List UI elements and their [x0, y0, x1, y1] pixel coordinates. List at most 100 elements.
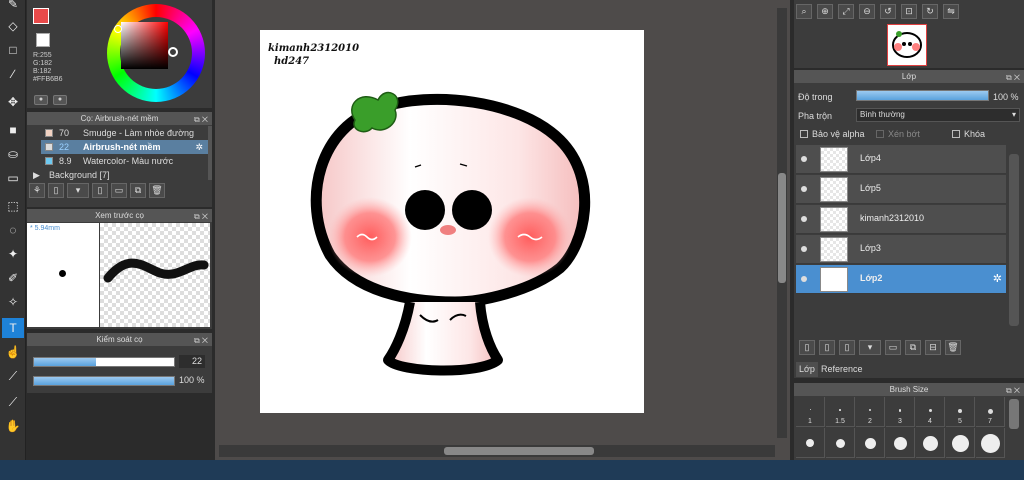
vertical-scroll-thumb[interactable] [778, 173, 786, 283]
text-tool-icon[interactable]: T [2, 318, 24, 338]
brush-size-cell[interactable] [796, 428, 825, 458]
new-layer-icon[interactable]: ▯ [799, 340, 815, 355]
brush-size-cell[interactable]: 3 [886, 397, 915, 427]
gradient-tool-icon[interactable]: ▭ [2, 168, 24, 188]
reset-view-icon[interactable]: ⊡ [901, 4, 917, 19]
panel-window-buttons[interactable]: ⧉ ✕ [194, 113, 208, 126]
move-tool-icon[interactable]: ✥ [2, 92, 24, 112]
layer-row[interactable]: Lớp4 [796, 145, 1006, 174]
brush-size-cell[interactable]: 1 [796, 397, 825, 427]
zoom-out-icon[interactable]: ⊖ [859, 4, 875, 19]
rect-tool-icon[interactable]: □ [2, 40, 24, 60]
canvas-vertical-scrollbar[interactable] [777, 8, 787, 438]
brush-size-cell[interactable] [826, 428, 855, 458]
brush-group[interactable]: ▶ Background [7] [31, 168, 199, 182]
canvas-horizontal-scrollbar[interactable] [219, 445, 775, 457]
panel-window-buttons[interactable]: ⧉ ✕ [194, 210, 208, 223]
select-rect-icon[interactable]: ⬚ [2, 196, 24, 216]
duplicate-icon[interactable]: ⧉ [130, 183, 146, 198]
eyedropper-icon[interactable]: ⟋ [2, 366, 24, 386]
panel-window-buttons[interactable]: ⧉ ✕ [1006, 71, 1020, 84]
eraser-tool-icon[interactable]: ◇ [2, 16, 24, 36]
palette-button[interactable]: ● [53, 95, 67, 105]
lock-checkbox[interactable]: Khóa [952, 129, 985, 139]
flip-icon[interactable]: ⇋ [943, 4, 959, 19]
rotate-right-icon[interactable]: ↻ [922, 4, 938, 19]
new-halftone-layer-icon[interactable]: ▯ [819, 340, 835, 355]
delete-brush-icon[interactable]: 🗑 [149, 183, 165, 198]
layer-list-scrollbar[interactable] [1009, 154, 1019, 326]
protect-alpha-checkbox[interactable]: Bảo vệ alpha [800, 129, 865, 139]
sv-cursor[interactable] [114, 25, 122, 33]
bucket-tool-icon[interactable]: ⛀ [2, 144, 24, 164]
new-brush-icon[interactable]: ▯ [48, 183, 64, 198]
hand-tool-icon[interactable]: ✋ [2, 416, 24, 436]
panel-window-buttons[interactable]: ⧉ ✕ [1006, 384, 1020, 397]
fill-rect-tool-icon[interactable]: ■ [2, 120, 24, 140]
zoom-icon[interactable]: ⌕ [796, 4, 812, 19]
visibility-eye-icon[interactable] [801, 186, 807, 192]
brush-list-scrollbar[interactable] [208, 126, 212, 180]
dropper-tool-icon[interactable]: ⟋ [2, 392, 24, 412]
fit-view-icon[interactable]: ⤢ [838, 4, 854, 19]
settings-gear-icon[interactable]: ✲ [195, 140, 203, 154]
brush-size-cell[interactable]: 7 [976, 397, 1005, 427]
folder-icon[interactable]: ▭ [111, 183, 127, 198]
saturation-square[interactable] [121, 22, 168, 69]
foreground-color-swatch[interactable] [33, 8, 49, 24]
rotate-left-icon[interactable]: ↺ [880, 4, 896, 19]
clipping-checkbox[interactable]: Xén bớt [876, 129, 920, 139]
blend-mode-select[interactable]: Bình thường ▾ [856, 108, 1020, 122]
magic-wand-icon[interactable]: ✦ [2, 244, 24, 264]
tab-reference[interactable]: Reference [818, 362, 866, 377]
navigator-thumbnail[interactable] [887, 24, 927, 66]
brush-size-cell[interactable] [916, 428, 945, 458]
brush-size-cell[interactable]: 1.5 [826, 397, 855, 427]
layer-copy-icon[interactable]: ⧉ [905, 340, 921, 355]
visibility-eye-icon[interactable] [801, 216, 807, 222]
layer-settings-gear-icon[interactable]: ✲ [993, 272, 1002, 285]
brush-copy-icon[interactable]: ▯ [92, 183, 108, 198]
lasso-icon[interactable]: ◌ [2, 220, 24, 240]
hand-select-icon[interactable]: ☝ [2, 342, 24, 362]
brush-size-scrollbar[interactable] [1009, 399, 1019, 429]
brush-size-slider[interactable] [33, 357, 175, 367]
panel-window-buttons[interactable]: ⧉ ✕ [194, 334, 208, 347]
tab-layers[interactable]: Lớp [796, 362, 818, 377]
hue-cursor[interactable] [168, 47, 178, 57]
brush-size-cell[interactable] [946, 428, 975, 458]
layer-folder-icon[interactable]: ▭ [885, 340, 901, 355]
brush-size-cell[interactable]: 2 [856, 397, 885, 427]
visibility-eye-icon[interactable] [801, 276, 807, 282]
layer-merge-icon[interactable]: ⊟ [925, 340, 941, 355]
select-pen-icon[interactable]: ✐ [2, 268, 24, 288]
new-bitmap-layer-icon[interactable]: ▯ [839, 340, 855, 355]
brush-size-cell[interactable] [976, 428, 1005, 458]
layer-row[interactable]: Lớp5 [796, 175, 1006, 204]
brush-item[interactable]: 8.9 Watercolor- Màu nước [41, 154, 209, 168]
visibility-eye-icon[interactable] [801, 156, 807, 162]
pen-tool-icon[interactable]: ∕ [2, 64, 24, 84]
layer-row[interactable]: Lớp3 [796, 235, 1006, 264]
color-mode-button[interactable]: ● [34, 95, 48, 105]
drawing-canvas[interactable]: kimanh2312010 hd247 [260, 30, 644, 413]
layer-row[interactable]: kimanh2312010 [796, 205, 1006, 234]
brush-tool-icon[interactable]: ✎ [2, 0, 24, 14]
brush-item[interactable]: 70 Smudge - Làm nhòe đường [41, 126, 209, 140]
brush-opacity-slider[interactable] [33, 376, 175, 386]
brush-size-cell[interactable]: 5 [946, 397, 975, 427]
horizontal-scroll-thumb[interactable] [444, 447, 594, 455]
layer-opacity-slider[interactable] [856, 90, 989, 101]
brush-size-cell[interactable]: 4 [916, 397, 945, 427]
layer-add-menu-icon[interactable]: ▾ [859, 340, 881, 355]
brush-item-selected[interactable]: 22 Airbrush-nét mềm ✲ [41, 140, 209, 154]
canvas-area[interactable]: kimanh2312010 hd247 [215, 0, 790, 460]
brush-size-cell[interactable] [856, 428, 885, 458]
brush-size-value[interactable]: 22 [179, 355, 205, 368]
brush-size-cell[interactable] [886, 428, 915, 458]
brush-menu-icon[interactable]: ▾ [67, 183, 89, 198]
background-color-swatch[interactable] [36, 33, 50, 47]
brush-add-icon[interactable]: ⚘ [29, 183, 45, 198]
layer-row-selected[interactable]: Lớp2 ✲ [796, 265, 1006, 294]
visibility-eye-icon[interactable] [801, 246, 807, 252]
